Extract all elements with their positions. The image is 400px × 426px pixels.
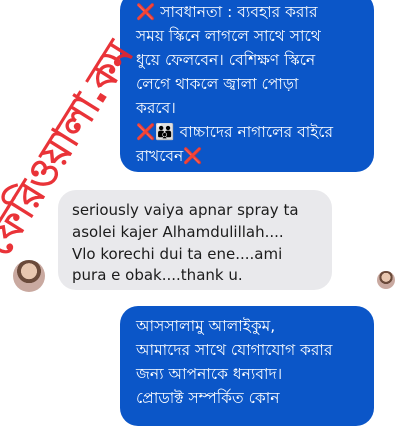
cross-mark-icon: ❌ [136, 3, 156, 21]
message-line: লেগে থাকলে জ্বালা পোড়া [136, 75, 299, 94]
outgoing-message-bubble[interactable]: ❌ সাবধানতা : ব্যবহার করার সময় স্কিনে লা… [120, 0, 374, 172]
message-line: ❌👪 বাচ্চাদের নাগালের বাইরে [136, 123, 334, 142]
message-line: আসসালামু আলাইকুম, [136, 317, 276, 335]
cross-mark-icon: ❌ [136, 123, 156, 142]
message-line: asolei kajer Alhamdulillah.... [72, 222, 284, 241]
message-line: ধুয়ে ফেলবেন। বেশিক্ষণ স্কিনে [136, 51, 316, 70]
message-line: সময় স্কিনে লাগলে সাথে সাথে [136, 27, 321, 46]
message-line: জন্য আপনাকে ধন্যবাদ। [136, 365, 283, 384]
message-line: রাখবেন❌ [136, 147, 203, 166]
cross-mark-icon: ❌ [183, 147, 203, 166]
read-receipt-avatar [377, 271, 395, 289]
message-line: Vlo korechi dui ta ene....ami [72, 244, 283, 263]
message-line: ❌ সাবধানতা : ব্যবহার করার [136, 3, 318, 21]
chat-thread: ❌ সাবধানতা : ব্যবহার করার সময় স্কিনে লা… [0, 0, 400, 426]
message-line: pura e obak....thank u. [72, 266, 243, 285]
family-icon: 👪 [155, 123, 175, 142]
sender-avatar[interactable] [13, 260, 45, 292]
incoming-message-bubble[interactable]: seriously vaiya apnar spray ta asolei ka… [58, 190, 332, 290]
outgoing-message-bubble[interactable]: আসসালামু আলাইকুম, আমাদের সাথে যোগাযোগ কর… [120, 306, 374, 426]
message-line: seriously vaiya apnar spray ta [72, 201, 299, 219]
message-line: করবে। [136, 99, 176, 118]
message-line: আমাদের সাথে যোগাযোগ করার [136, 341, 333, 360]
message-line: প্রোডাক্ট সম্পর্কিত কোন [136, 389, 280, 408]
